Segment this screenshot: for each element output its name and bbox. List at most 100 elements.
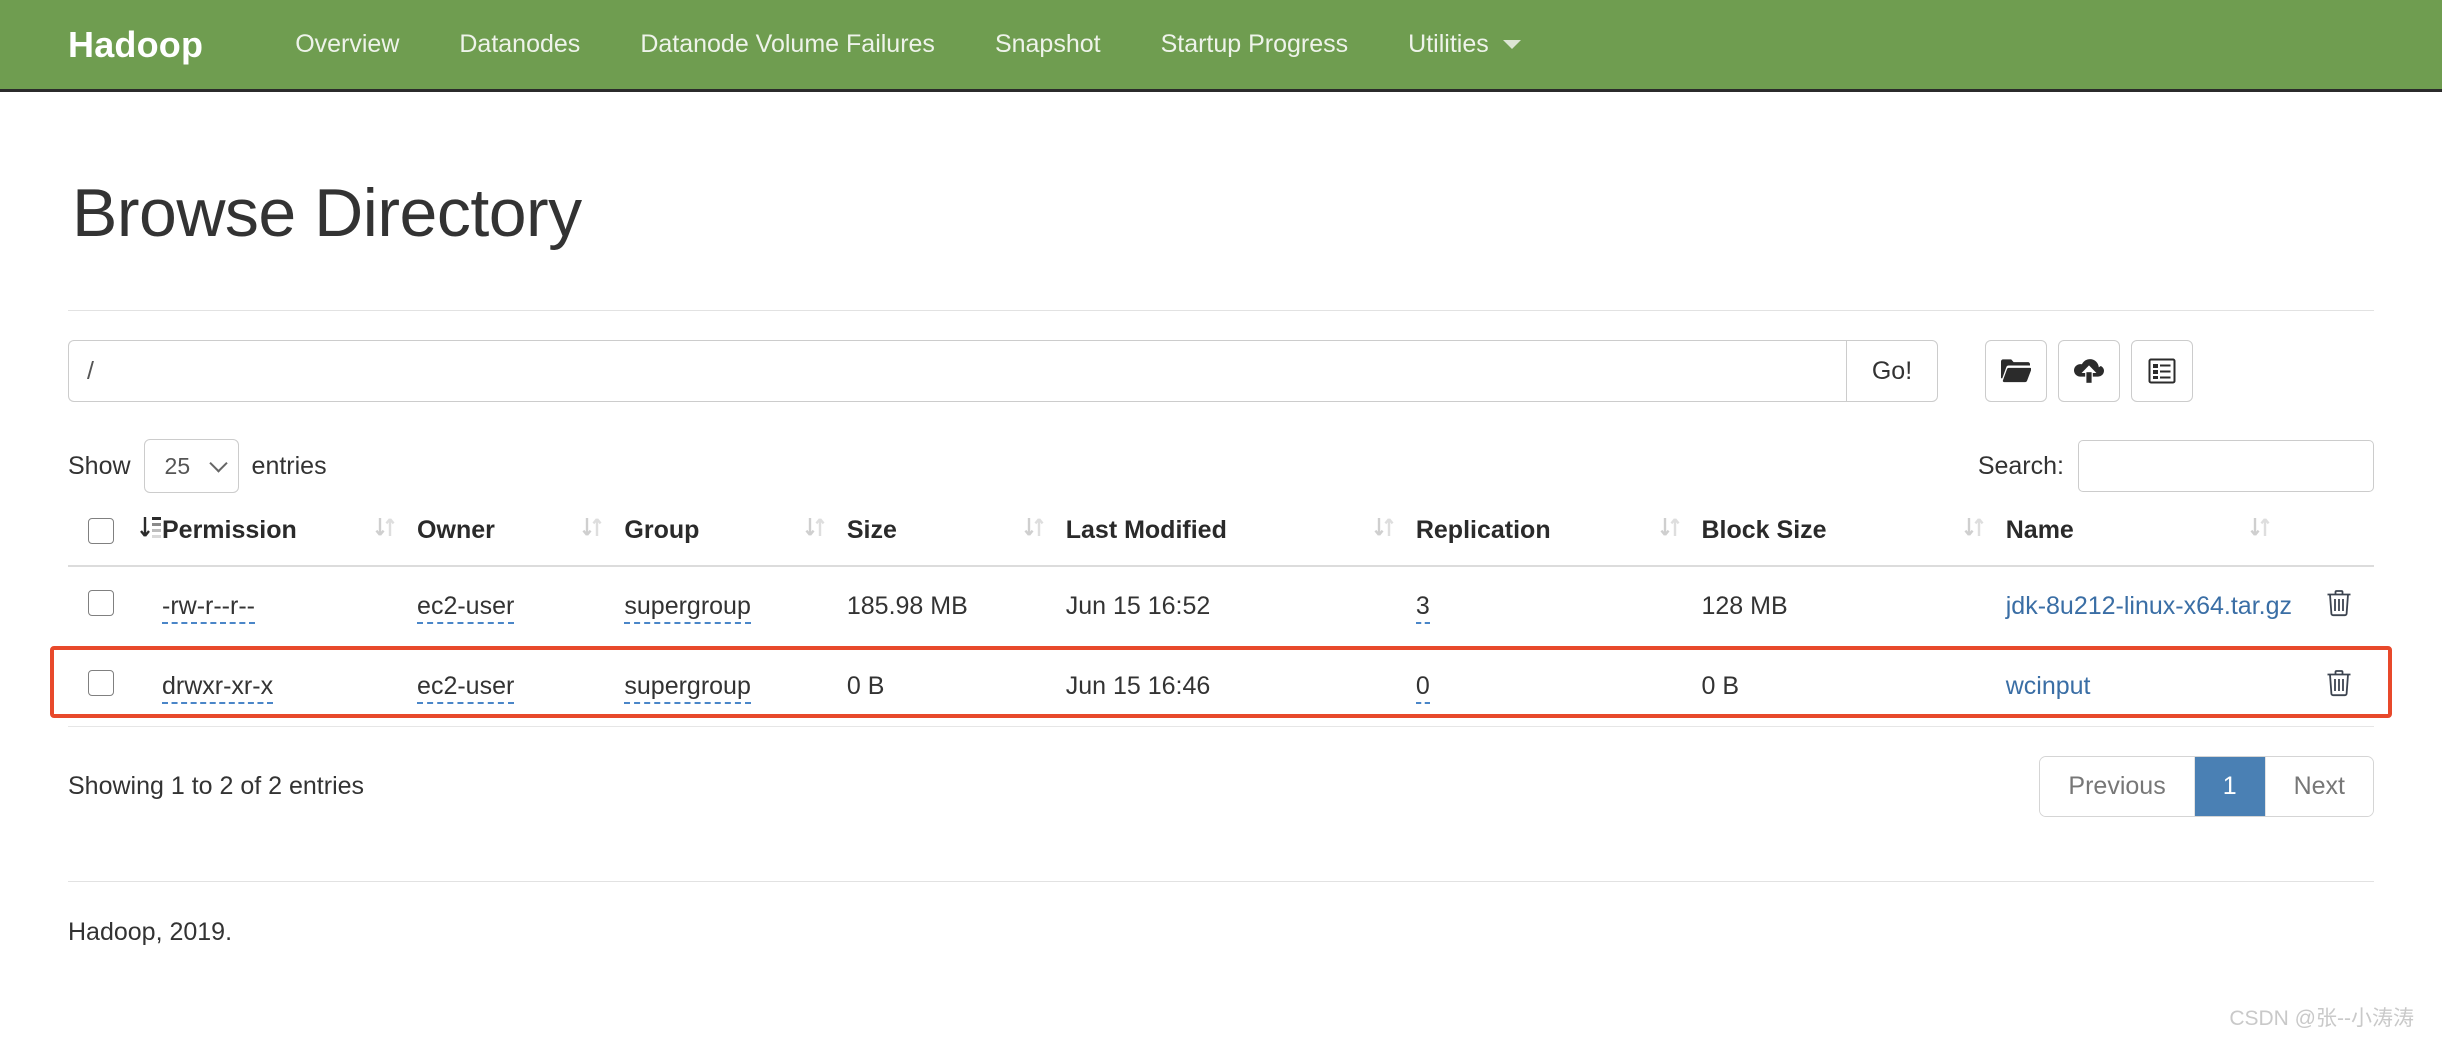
group-editable[interactable]: supergroup bbox=[624, 592, 751, 624]
nav-link-datanode-volume-failures[interactable]: Datanode Volume Failures bbox=[610, 30, 965, 59]
cell-group: supergroup bbox=[624, 646, 847, 727]
file-name-link[interactable]: jdk-8u212-linux-x64.tar.gz bbox=[2006, 592, 2292, 620]
length-control: Show 25 50 100 entries bbox=[68, 439, 327, 493]
cell-permission: -rw-r--r-- bbox=[162, 566, 418, 647]
main-container: Browse Directory Go! bbox=[0, 174, 2442, 947]
row-select-cell[interactable] bbox=[68, 566, 162, 647]
pagination-next-button[interactable]: Next bbox=[2265, 757, 2373, 816]
sort-icon bbox=[1659, 515, 1680, 546]
table-row[interactable]: -rw-r--r-- ec2-user supergroup 185.98 MB… bbox=[68, 566, 2374, 647]
group-editable[interactable]: supergroup bbox=[624, 672, 751, 704]
file-name-link[interactable]: wcinput bbox=[2006, 672, 2091, 700]
delete-row-button[interactable] bbox=[2326, 589, 2352, 620]
table-controls: Show 25 50 100 entries Search: bbox=[68, 439, 2374, 493]
cell-replication: 3 bbox=[1415, 566, 1702, 647]
pagination-page-1-button[interactable]: 1 bbox=[2194, 757, 2266, 816]
nav-link-overview[interactable]: Overview bbox=[265, 30, 429, 59]
th-name[interactable]: Name bbox=[2005, 515, 2293, 567]
upload-files-button[interactable] bbox=[2058, 340, 2120, 402]
replication-editable[interactable]: 3 bbox=[1415, 592, 1430, 624]
trash-icon bbox=[2326, 589, 2352, 620]
table-head: Permission Owner Group Size Last Modifie… bbox=[68, 515, 2374, 567]
th-group-label: Group bbox=[624, 516, 700, 544]
permission-editable[interactable]: drwxr-xr-x bbox=[162, 672, 274, 704]
th-last-modified[interactable]: Last Modified bbox=[1065, 515, 1416, 567]
th-owner[interactable]: Owner bbox=[417, 515, 625, 567]
top-navbar: Hadoop Overview Datanodes Datanode Volum… bbox=[0, 0, 2442, 92]
sort-amount-down-icon bbox=[140, 515, 162, 546]
table-header-row: Permission Owner Group Size Last Modifie… bbox=[68, 515, 2374, 567]
th-size[interactable]: Size bbox=[846, 515, 1066, 567]
nav-link-datanode-volume-failures-label: Datanode Volume Failures bbox=[640, 30, 935, 58]
select-all-checkbox[interactable] bbox=[88, 517, 114, 544]
th-select-all[interactable] bbox=[68, 515, 162, 567]
table-footer: Showing 1 to 2 of 2 entries Previous 1 N… bbox=[68, 756, 2374, 817]
path-action-buttons bbox=[1985, 340, 2193, 402]
watermark: CSDN @张--小涛涛 bbox=[2229, 1007, 2414, 1030]
cloud-upload-icon bbox=[2073, 358, 2105, 384]
nav-link-utilities-label: Utilities bbox=[1408, 30, 1489, 58]
nav-link-snapshot-label: Snapshot bbox=[994, 30, 1101, 58]
sort-icon bbox=[1024, 515, 1044, 546]
path-input-group: Go! bbox=[68, 340, 1938, 402]
search-input[interactable] bbox=[2078, 440, 2374, 492]
caret-down-icon bbox=[1502, 40, 1521, 49]
nav-link-snapshot[interactable]: Snapshot bbox=[965, 30, 1131, 59]
file-browser-table: Permission Owner Group Size Last Modifie… bbox=[68, 515, 2374, 727]
cell-last-modified: Jun 15 16:46 bbox=[1065, 646, 1416, 727]
cell-name: jdk-8u212-linux-x64.tar.gz bbox=[2005, 566, 2293, 647]
cut-high-availability-button[interactable] bbox=[2131, 340, 2193, 402]
search-label: Search: bbox=[1977, 451, 2064, 480]
sort-icon bbox=[582, 515, 602, 546]
row-checkbox[interactable] bbox=[88, 590, 114, 616]
th-permission[interactable]: Permission bbox=[162, 515, 418, 567]
cell-owner: ec2-user bbox=[417, 566, 625, 647]
th-block-size[interactable]: Block Size bbox=[1701, 515, 2006, 567]
th-replication[interactable]: Replication bbox=[1415, 515, 1702, 567]
replication-editable[interactable]: 0 bbox=[1415, 672, 1430, 704]
cell-size: 185.98 MB bbox=[846, 566, 1066, 647]
th-group[interactable]: Group bbox=[624, 515, 847, 567]
cell-group: supergroup bbox=[624, 566, 847, 647]
table-row[interactable]: drwxr-xr-x ec2-user supergroup 0 B Jun 1… bbox=[68, 646, 2374, 727]
path-input[interactable] bbox=[68, 340, 1846, 402]
th-block-size-label: Block Size bbox=[1701, 516, 1827, 544]
nav-link-utilities[interactable]: Utilities bbox=[1378, 30, 1551, 59]
page-length-select-wrap: 25 50 100 bbox=[143, 439, 239, 493]
page-length-select[interactable]: 25 50 100 bbox=[143, 439, 239, 493]
th-name-label: Name bbox=[2005, 516, 2074, 544]
th-size-label: Size bbox=[846, 516, 897, 544]
show-label: Show bbox=[68, 451, 131, 480]
nav-link-startup-progress[interactable]: Startup Progress bbox=[1131, 30, 1379, 59]
owner-editable[interactable]: ec2-user bbox=[417, 672, 515, 704]
cell-block-size: 0 B bbox=[1701, 646, 2006, 727]
search-control: Search: bbox=[1978, 440, 2374, 492]
footer-divider bbox=[68, 881, 2374, 882]
sort-icon bbox=[805, 515, 825, 546]
nav-link-datanodes[interactable]: Datanodes bbox=[429, 30, 610, 59]
nav-link-overview-label: Overview bbox=[295, 30, 400, 58]
cell-actions bbox=[2292, 566, 2374, 647]
row-select-cell[interactable] bbox=[68, 646, 162, 727]
sort-icon bbox=[1374, 515, 1394, 546]
permission-editable[interactable]: -rw-r--r-- bbox=[162, 592, 255, 624]
sort-icon bbox=[1964, 515, 1984, 546]
path-toolbar: Go! bbox=[68, 340, 2374, 402]
pagination-previous-button[interactable]: Previous bbox=[2040, 757, 2195, 816]
th-actions bbox=[2292, 515, 2374, 567]
cell-last-modified: Jun 15 16:52 bbox=[1065, 566, 1416, 647]
th-permission-label: Permission bbox=[162, 516, 297, 544]
brand-hadoop[interactable]: Hadoop bbox=[68, 24, 203, 66]
page-title: Browse Directory bbox=[72, 175, 582, 251]
create-directory-button[interactable] bbox=[1985, 340, 2047, 402]
sort-icon bbox=[2250, 515, 2270, 546]
row-checkbox[interactable] bbox=[88, 670, 114, 696]
th-owner-label: Owner bbox=[417, 516, 495, 544]
owner-editable[interactable]: ec2-user bbox=[417, 592, 515, 624]
go-button[interactable]: Go! bbox=[1846, 340, 1938, 402]
table-info: Showing 1 to 2 of 2 entries bbox=[68, 772, 365, 800]
delete-row-button[interactable] bbox=[2326, 669, 2352, 700]
list-alt-icon bbox=[2148, 358, 2176, 384]
cell-block-size: 128 MB bbox=[1701, 566, 2006, 647]
cell-name: wcinput bbox=[2005, 646, 2293, 727]
